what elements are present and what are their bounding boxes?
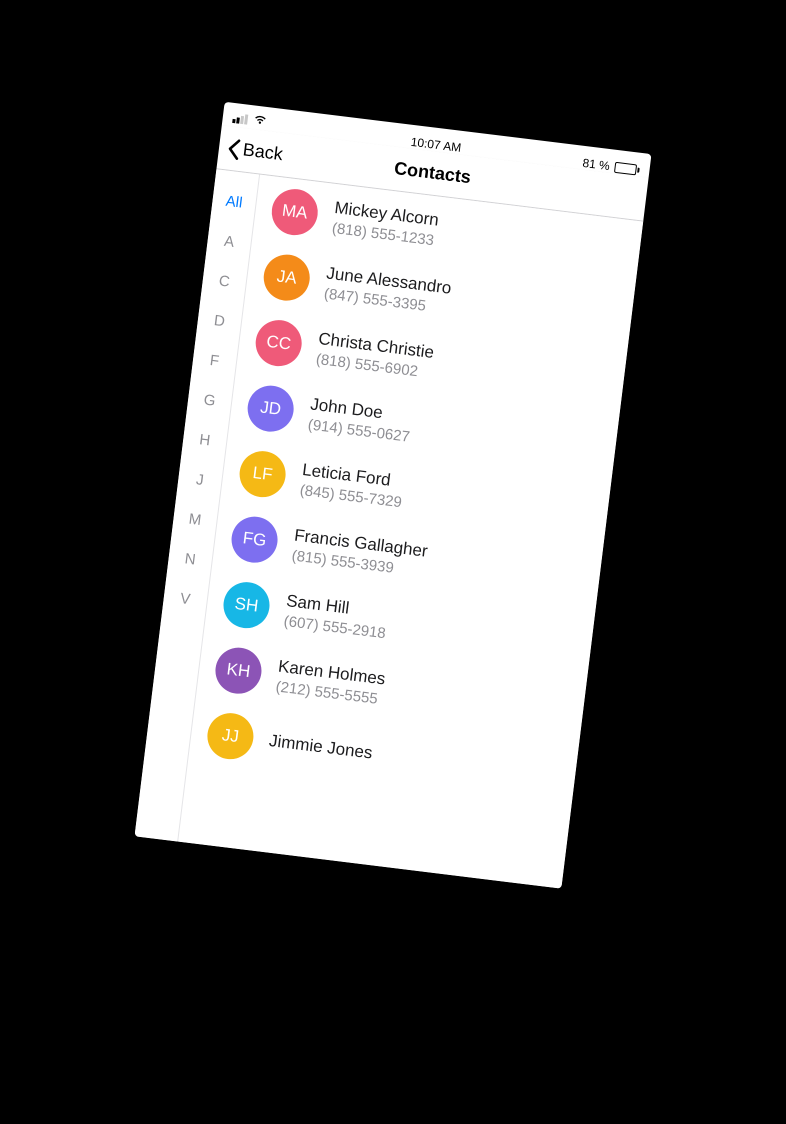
contact-info: Leticia Ford(845) 555-7329 — [299, 460, 406, 511]
index-item[interactable]: G — [201, 380, 217, 421]
avatar: JD — [245, 383, 296, 434]
index-item[interactable]: V — [178, 579, 193, 620]
avatar: JJ — [205, 711, 256, 762]
chevron-left-icon — [226, 137, 243, 161]
index-item[interactable]: M — [186, 499, 203, 540]
avatar: CC — [253, 318, 304, 369]
index-item[interactable]: D — [212, 301, 228, 342]
contact-info: Christa Christie(818) 555-6902 — [315, 329, 435, 382]
contact-list[interactable]: MAMickey Alcorn(818) 555-1233JAJune Ales… — [178, 175, 643, 889]
index-item[interactable]: All — [223, 181, 244, 223]
index-item[interactable]: A — [222, 221, 237, 262]
index-item[interactable]: F — [208, 341, 222, 382]
avatar: FG — [229, 514, 280, 565]
index-item[interactable]: H — [197, 420, 213, 461]
contact-info: Sam Hill(607) 555-2918 — [283, 591, 390, 642]
index-item[interactable]: J — [194, 460, 206, 501]
cellular-signal-icon — [232, 113, 248, 125]
contact-info: Karen Holmes(212) 555-5555 — [275, 657, 387, 709]
index-item[interactable]: C — [217, 261, 233, 302]
avatar: LF — [237, 449, 288, 500]
back-label: Back — [242, 140, 284, 166]
avatar: MA — [269, 187, 320, 238]
contact-name: Jimmie Jones — [268, 731, 374, 764]
avatar: JA — [261, 252, 312, 303]
avatar: KH — [213, 646, 264, 697]
index-item[interactable]: N — [182, 539, 198, 580]
contact-info: June Alessandro(847) 555-3395 — [323, 263, 453, 317]
contact-info: Mickey Alcorn(818) 555-1233 — [331, 198, 440, 249]
avatar: SH — [221, 580, 272, 631]
back-button[interactable]: Back — [226, 137, 284, 166]
contact-info: Jimmie Jones — [268, 731, 374, 764]
contact-info: Francis Gallagher(815) 555-3939 — [291, 526, 429, 581]
contact-info: John Doe(914) 555-0627 — [307, 395, 414, 446]
phone-frame: 10:07 AM 81 % Back Contacts — [135, 102, 652, 889]
